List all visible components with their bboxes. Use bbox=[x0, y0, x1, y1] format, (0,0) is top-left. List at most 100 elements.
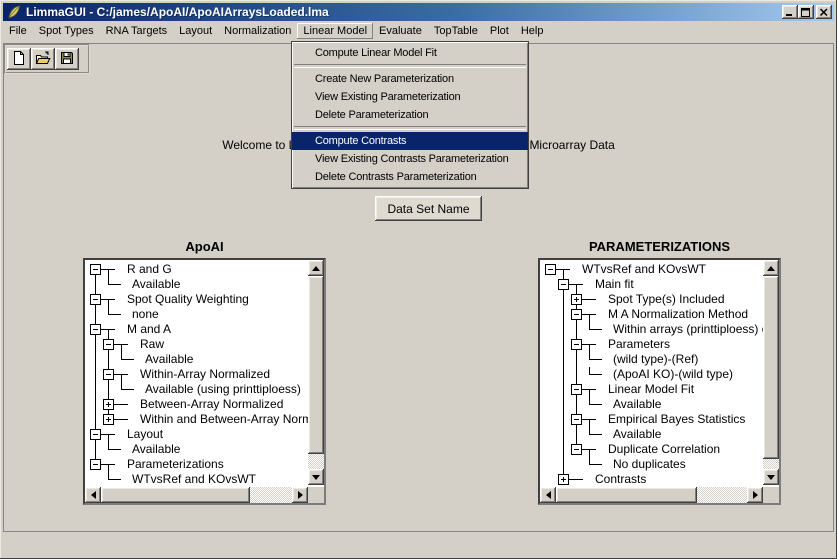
tree-label[interactable]: Within and Between-Array Norm bbox=[140, 412, 308, 427]
menubar-item-spot-types[interactable]: Spot Types bbox=[33, 23, 100, 39]
status-bar bbox=[3, 533, 834, 556]
tree-label[interactable]: (ApoAI KO)-(wild type) bbox=[613, 367, 733, 382]
open-folder-icon bbox=[35, 50, 52, 69]
tree-node-wtvsref-and-kovswt: WTvsRef and KOvsWT bbox=[87, 472, 308, 487]
parameterizations-tree-rows: WTvsRef and KOvsWTMain fitSpot Type(s) I… bbox=[542, 262, 763, 487]
app-window: LimmaGUI - C:/james/ApoAI/ApoAIArraysLoa… bbox=[0, 0, 837, 559]
close-button[interactable] bbox=[816, 5, 832, 19]
tree-label[interactable]: No duplicates bbox=[613, 457, 686, 472]
menu-item-view-existing-contrasts-parameterization[interactable]: View Existing Contrasts Parameterization bbox=[292, 150, 528, 168]
horizontal-scrollbar[interactable] bbox=[85, 487, 308, 503]
tree-label[interactable]: none bbox=[132, 307, 159, 322]
menu-item-delete-contrasts-parameterization[interactable]: Delete Contrasts Parameterization bbox=[292, 168, 528, 186]
menubar-item-linear-model[interactable]: Linear Model bbox=[297, 23, 373, 39]
tree-node-within-array-normalized: Within-Array Normalized bbox=[87, 367, 308, 382]
menu-item-view-existing-parameterization[interactable]: View Existing Parameterization bbox=[292, 88, 528, 106]
toolbar bbox=[4, 44, 90, 74]
tree-label[interactable]: M and A bbox=[127, 322, 171, 337]
menubar-item-plot[interactable]: Plot bbox=[484, 23, 515, 39]
horizontal-scrollbar[interactable] bbox=[540, 487, 763, 503]
new-button[interactable] bbox=[7, 48, 31, 70]
tree-label[interactable]: Within arrays (printtiploess) o bbox=[613, 322, 763, 337]
menu-separator bbox=[294, 126, 526, 130]
tree-node-layout: Layout bbox=[87, 427, 308, 442]
tree-label[interactable]: Between-Array Normalized bbox=[140, 397, 283, 412]
horizontal-scrollbar-thumb[interactable] bbox=[556, 487, 697, 503]
menubar-item-toptable[interactable]: TopTable bbox=[428, 23, 484, 39]
parameterizations-tree: WTvsRef and KOvsWTMain fitSpot Type(s) I… bbox=[538, 258, 781, 505]
right-tree-title: PARAMETERIZATIONS bbox=[538, 239, 781, 254]
tree-node-within-and-between-array-norm: Within and Between-Array Norm bbox=[87, 412, 308, 427]
scrollbar-corner bbox=[763, 487, 779, 503]
scroll-right-arrow[interactable] bbox=[747, 487, 763, 503]
left-tree-title: ApoAI bbox=[83, 239, 326, 254]
tree-node-empirical-bayes-statistics: Empirical Bayes Statistics bbox=[542, 412, 763, 427]
scroll-left-arrow[interactable] bbox=[540, 487, 556, 503]
tree-label[interactable]: Within-Array Normalized bbox=[140, 367, 270, 382]
vertical-scrollbar-thumb[interactable] bbox=[308, 276, 324, 454]
menu-item-create-new-parameterization[interactable]: Create New Parameterization bbox=[292, 70, 528, 88]
tree-label[interactable]: (wild type)-(Ref) bbox=[613, 352, 698, 367]
tree-label[interactable]: Raw bbox=[140, 337, 164, 352]
tree-node-wtvsref-and-kovswt: WTvsRef and KOvsWT bbox=[542, 262, 763, 277]
horizontal-scrollbar-thumb[interactable] bbox=[101, 487, 250, 503]
tree-label[interactable]: Available bbox=[132, 277, 180, 292]
scroll-right-arrow[interactable] bbox=[292, 487, 308, 503]
scrollbar-corner bbox=[308, 487, 324, 503]
tree-label[interactable]: Duplicate Correlation bbox=[608, 442, 720, 457]
tree-node-within-arrays-printtiploess-o: Within arrays (printtiploess) o bbox=[542, 322, 763, 337]
tree-label[interactable]: WTvsRef and KOvsWT bbox=[132, 472, 256, 487]
scroll-up-arrow[interactable] bbox=[763, 260, 779, 276]
tree-label[interactable]: Layout bbox=[127, 427, 163, 442]
tree-node-available: Available bbox=[542, 397, 763, 412]
tree-label[interactable]: Available bbox=[613, 427, 661, 442]
tree-node-parameterizations: Parameterizations bbox=[87, 457, 308, 472]
tree-node-between-array-normalized: Between-Array Normalized bbox=[87, 397, 308, 412]
menubar-item-file[interactable]: File bbox=[3, 23, 33, 39]
scroll-down-arrow[interactable] bbox=[763, 469, 779, 485]
scroll-down-arrow[interactable] bbox=[308, 469, 324, 485]
tree-label[interactable]: Available bbox=[613, 397, 661, 412]
tree-label[interactable]: R and G bbox=[127, 262, 172, 277]
title-bar[interactable]: LimmaGUI - C:/james/ApoAI/ApoAIArraysLoa… bbox=[3, 3, 834, 21]
tree-node-main-fit: Main fit bbox=[542, 277, 763, 292]
tree-node-raw: Raw bbox=[87, 337, 308, 352]
window-title: LimmaGUI - C:/james/ApoAI/ApoAIArraysLoa… bbox=[26, 5, 329, 19]
menubar-item-help[interactable]: Help bbox=[515, 23, 550, 39]
tree-label[interactable]: Parameters bbox=[608, 337, 670, 352]
tree-label[interactable]: Main fit bbox=[595, 277, 634, 292]
tree-label[interactable]: Parameterizations bbox=[127, 457, 224, 472]
menu-item-compute-contrasts[interactable]: Compute Contrasts bbox=[292, 132, 528, 150]
tree-label[interactable]: Contrasts bbox=[595, 472, 646, 487]
vertical-scrollbar-thumb[interactable] bbox=[763, 276, 779, 459]
tree-label[interactable]: Spot Quality Weighting bbox=[127, 292, 249, 307]
dataset-tree: R and GAvailableSpot Quality Weightingno… bbox=[83, 258, 326, 505]
data-set-name-button[interactable]: Data Set Name bbox=[375, 196, 482, 221]
scroll-left-arrow[interactable] bbox=[85, 487, 101, 503]
menu-item-delete-parameterization[interactable]: Delete Parameterization bbox=[292, 106, 528, 124]
tree-label[interactable]: Available bbox=[145, 352, 193, 367]
tree-label[interactable]: Available (using printtiploess) bbox=[145, 382, 301, 397]
tree-label[interactable]: Linear Model Fit bbox=[608, 382, 694, 397]
scroll-up-arrow[interactable] bbox=[308, 260, 324, 276]
tree-node-spot-quality-weighting: Spot Quality Weighting bbox=[87, 292, 308, 307]
tree-label[interactable]: Available bbox=[132, 442, 180, 457]
menubar-item-evaluate[interactable]: Evaluate bbox=[373, 23, 428, 39]
menubar-item-layout[interactable]: Layout bbox=[173, 23, 218, 39]
save-button[interactable] bbox=[55, 48, 79, 70]
menubar-item-normalization[interactable]: Normalization bbox=[218, 23, 297, 39]
tree-node-available: Available bbox=[87, 442, 308, 457]
vertical-scrollbar[interactable] bbox=[308, 260, 324, 485]
menu-item-compute-linear-model-fit[interactable]: Compute Linear Model Fit bbox=[292, 44, 528, 62]
tree-label[interactable]: WTvsRef and KOvsWT bbox=[582, 262, 706, 277]
tree-label[interactable]: Empirical Bayes Statistics bbox=[608, 412, 745, 427]
maximize-button[interactable] bbox=[798, 5, 814, 19]
minimize-button[interactable] bbox=[782, 5, 798, 19]
tree-label[interactable]: Spot Type(s) Included bbox=[608, 292, 725, 307]
tree-node-no-duplicates: No duplicates bbox=[542, 457, 763, 472]
menubar-item-rna-targets[interactable]: RNA Targets bbox=[100, 23, 174, 39]
tree-label[interactable]: M A Normalization Method bbox=[608, 307, 748, 322]
vertical-scrollbar[interactable] bbox=[763, 260, 779, 485]
open-button[interactable] bbox=[31, 48, 55, 70]
tree-node-m-and-a: M and A bbox=[87, 322, 308, 337]
